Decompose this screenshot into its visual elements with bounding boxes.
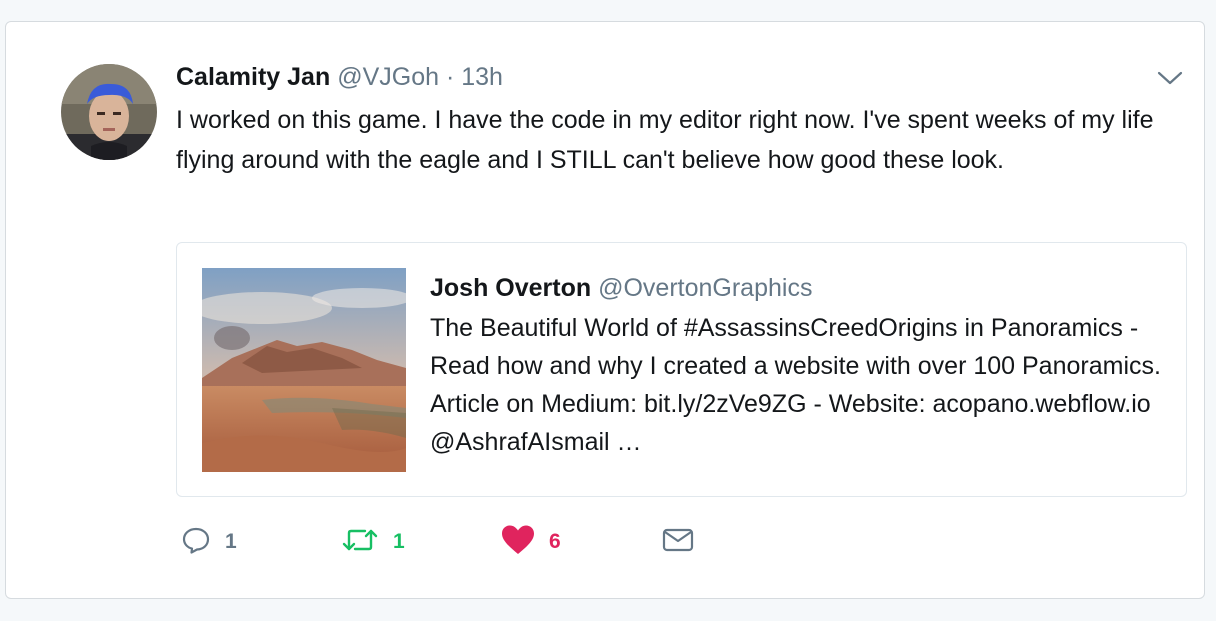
tweet-text: I worked on this game. I have the code i… [176, 106, 1154, 174]
quoted-author-name[interactable]: Josh Overton [430, 274, 591, 302]
quoted-tweet-text: The Beautiful World of #AssassinsCreedOr… [430, 314, 1161, 456]
heart-icon [501, 524, 535, 561]
timestamp[interactable]: 13h [461, 63, 503, 91]
separator: · [445, 63, 455, 91]
quoted-tweet-header: Josh Overton @OvertonGraphics [430, 273, 812, 303]
tweet-actions: 1 1 6 [181, 524, 741, 560]
like-count: 6 [549, 530, 561, 553]
like-button[interactable]: 6 [501, 524, 561, 560]
author-name[interactable]: Calamity Jan [176, 63, 330, 91]
chevron-down-icon[interactable] [1156, 68, 1184, 88]
retweet-button[interactable]: 1 [341, 524, 405, 560]
reply-icon [181, 525, 211, 560]
tweet-card[interactable]: Calamity Jan @VJGoh · 13h I worked on th… [5, 21, 1205, 599]
avatar[interactable] [61, 64, 157, 160]
direct-message-button[interactable] [661, 524, 695, 560]
quoted-tweet[interactable]: Josh Overton @OvertonGraphics The Beauti… [176, 242, 1187, 497]
quoted-tweet-image[interactable] [202, 268, 406, 472]
avatar-image [61, 64, 157, 160]
reply-button[interactable]: 1 [181, 524, 237, 560]
retweet-icon [341, 525, 379, 560]
tweet-header: Calamity Jan @VJGoh · 13h [176, 62, 503, 92]
quoted-author-handle[interactable]: @OvertonGraphics [598, 274, 812, 302]
envelope-icon [661, 525, 695, 560]
retweet-count: 1 [393, 530, 405, 553]
author-handle[interactable]: @VJGoh [337, 63, 439, 91]
reply-count: 1 [225, 530, 237, 553]
